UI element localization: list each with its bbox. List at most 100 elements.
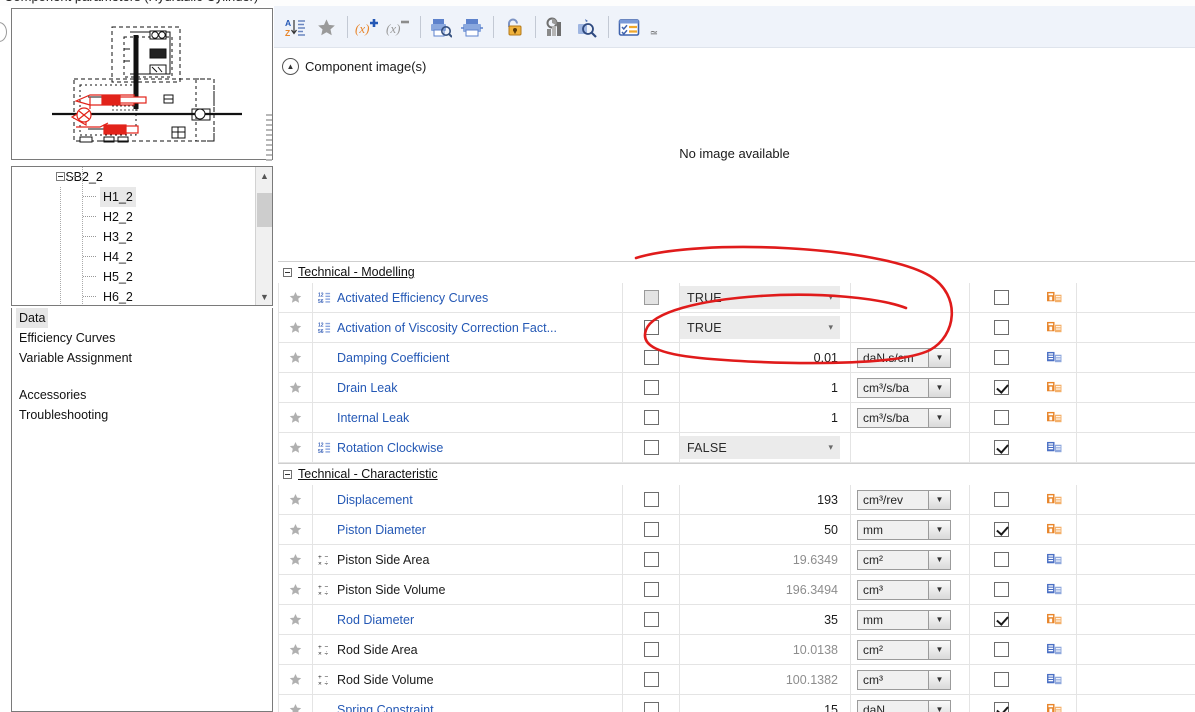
unit-cell[interactable]: cm³/s/ba ▼ xyxy=(850,403,969,432)
remove-variable-button[interactable]: (x) xyxy=(384,12,414,42)
inspect-button[interactable] xyxy=(572,12,602,42)
lock-checkbox[interactable] xyxy=(643,380,659,395)
unit-combo[interactable]: daN.s/cm ▼ xyxy=(857,347,951,368)
table-row[interactable]: + − × ÷ Rod Side Area 10.0138 cm² ▼ xyxy=(278,635,1195,665)
value-cell[interactable]: 0.01 xyxy=(679,343,850,372)
unlock-button[interactable] xyxy=(499,12,529,42)
table-row[interactable]: Spring Constraint 15 daN ▼ xyxy=(278,695,1195,712)
flag-checkbox[interactable] xyxy=(993,582,1009,597)
tree-expander-icon[interactable] xyxy=(56,172,65,181)
unit-text[interactable]: mm xyxy=(857,609,929,630)
lock-checkbox-cell[interactable] xyxy=(622,373,679,402)
unit-cell[interactable]: cm³/s/ba ▼ xyxy=(850,373,969,402)
panel-splitter-handle[interactable] xyxy=(266,114,272,164)
value-cell[interactable]: 50 xyxy=(679,515,850,544)
tree-item-h3[interactable]: H3_2 xyxy=(12,227,255,247)
unit-text[interactable]: mm xyxy=(857,519,929,540)
component-image-section-header[interactable]: ▲ Component image(s) xyxy=(282,58,426,75)
lock-checkbox[interactable] xyxy=(643,410,659,425)
flag-checkbox-cell[interactable] xyxy=(969,283,1032,312)
lock-checkbox-cell[interactable] xyxy=(622,485,679,514)
unit-cell[interactable]: cm³ ▼ xyxy=(850,575,969,604)
source-cell[interactable] xyxy=(1032,515,1077,544)
lock-checkbox[interactable] xyxy=(643,350,659,365)
table-row[interactable]: 12 56 Rotation Clockwise FALSE ▾ xyxy=(278,433,1195,463)
flag-checkbox[interactable] xyxy=(993,350,1009,365)
value-dropdown[interactable]: FALSE ▾ xyxy=(680,436,840,459)
lock-checkbox[interactable] xyxy=(643,440,659,455)
unit-combo[interactable]: mm ▼ xyxy=(857,519,951,540)
value-cell[interactable]: FALSE ▾ xyxy=(679,433,850,462)
nav-item-accessories[interactable]: Accessories xyxy=(12,385,272,405)
source-cell[interactable] xyxy=(1032,575,1077,604)
panel-collapse-handle[interactable] xyxy=(0,22,7,42)
lock-checkbox[interactable] xyxy=(643,582,659,597)
add-variable-button[interactable]: (x) xyxy=(353,12,383,42)
tree-item-h1[interactable]: H1_2 xyxy=(12,187,255,207)
unit-text[interactable]: cm³/rev xyxy=(857,489,929,510)
favorite-cell[interactable] xyxy=(278,343,313,372)
lock-checkbox-cell[interactable] xyxy=(622,695,679,712)
favorite-cell[interactable] xyxy=(278,283,313,312)
favorite-cell[interactable] xyxy=(278,635,313,664)
source-cell[interactable] xyxy=(1032,313,1077,342)
nav-item-data[interactable]: Data xyxy=(12,308,272,328)
lock-checkbox[interactable] xyxy=(643,552,659,567)
table-row[interactable]: + − × ÷ Piston Side Volume 196.3494 cm³ … xyxy=(278,575,1195,605)
unit-combo[interactable]: daN ▼ xyxy=(857,699,951,712)
source-cell[interactable] xyxy=(1032,485,1077,514)
source-cell[interactable] xyxy=(1032,403,1077,432)
favorite-cell[interactable] xyxy=(278,373,313,402)
unit-cell[interactable]: mm ▼ xyxy=(850,605,969,634)
source-cell[interactable] xyxy=(1032,283,1077,312)
chevron-down-icon[interactable]: ▼ xyxy=(929,639,951,660)
toolbar-overflow-button[interactable]: ≃ xyxy=(647,13,661,41)
tree-item-root[interactable]: ASB2_2 xyxy=(12,167,255,187)
unit-text[interactable]: daN.s/cm xyxy=(857,347,929,368)
unit-cell[interactable]: daN.s/cm ▼ xyxy=(850,343,969,372)
flag-checkbox-cell[interactable] xyxy=(969,403,1032,432)
source-cell[interactable] xyxy=(1032,605,1077,634)
favorite-cell[interactable] xyxy=(278,433,313,462)
tree-item-h2[interactable]: H2_2 xyxy=(12,207,255,227)
flag-checkbox[interactable] xyxy=(993,702,1009,712)
lock-checkbox-cell[interactable] xyxy=(622,515,679,544)
flag-checkbox-cell[interactable] xyxy=(969,485,1032,514)
unit-text[interactable]: cm³/s/ba xyxy=(857,377,929,398)
value-text[interactable]: 50 xyxy=(680,523,850,537)
unit-combo[interactable]: cm³ ▼ xyxy=(857,669,951,690)
table-row[interactable]: Damping Coefficient 0.01 daN.s/cm ▼ xyxy=(278,343,1195,373)
flag-checkbox-cell[interactable] xyxy=(969,665,1032,694)
favorite-cell[interactable] xyxy=(278,545,313,574)
table-row[interactable]: + − × ÷ Rod Side Volume 100.1382 cm³ ▼ xyxy=(278,665,1195,695)
lock-checkbox-cell[interactable] xyxy=(622,343,679,372)
lock-checkbox-cell[interactable] xyxy=(622,665,679,694)
value-cell[interactable]: 35 xyxy=(679,605,850,634)
group-collapse-icon[interactable] xyxy=(283,268,292,277)
favorite-cell[interactable] xyxy=(278,695,313,712)
source-cell[interactable] xyxy=(1032,545,1077,574)
chevron-down-icon[interactable]: ▼ xyxy=(929,407,951,428)
flag-checkbox[interactable] xyxy=(993,290,1009,305)
flag-checkbox[interactable] xyxy=(993,492,1009,507)
unit-cell[interactable]: cm² ▼ xyxy=(850,545,969,574)
favorite-cell[interactable] xyxy=(278,605,313,634)
flag-checkbox-cell[interactable] xyxy=(969,515,1032,544)
favorite-cell[interactable] xyxy=(278,485,313,514)
lock-checkbox[interactable] xyxy=(643,702,659,712)
tree-item-h5[interactable]: H5_2 xyxy=(12,267,255,287)
flag-checkbox-cell[interactable] xyxy=(969,635,1032,664)
unit-combo[interactable]: cm² ▼ xyxy=(857,639,951,660)
table-row[interactable]: 12 56 Activation of Viscosity Correction… xyxy=(278,313,1195,343)
value-dropdown[interactable]: TRUE ▾ xyxy=(680,316,840,339)
lock-checkbox[interactable] xyxy=(643,492,659,507)
scrollbar-thumb[interactable] xyxy=(257,193,272,227)
source-cell[interactable] xyxy=(1032,665,1077,694)
assembly-tree[interactable]: ASB2_2 H1_2 H2_2 H3_2 H4_2 H5_2 H6_2 ▲ ▼ xyxy=(11,166,273,306)
lock-checkbox[interactable] xyxy=(643,642,659,657)
flag-checkbox[interactable] xyxy=(993,522,1009,537)
favorite-cell[interactable] xyxy=(278,665,313,694)
flag-checkbox-cell[interactable] xyxy=(969,313,1032,342)
unit-cell[interactable]: cm³ ▼ xyxy=(850,665,969,694)
unit-cell[interactable]: cm² ▼ xyxy=(850,635,969,664)
